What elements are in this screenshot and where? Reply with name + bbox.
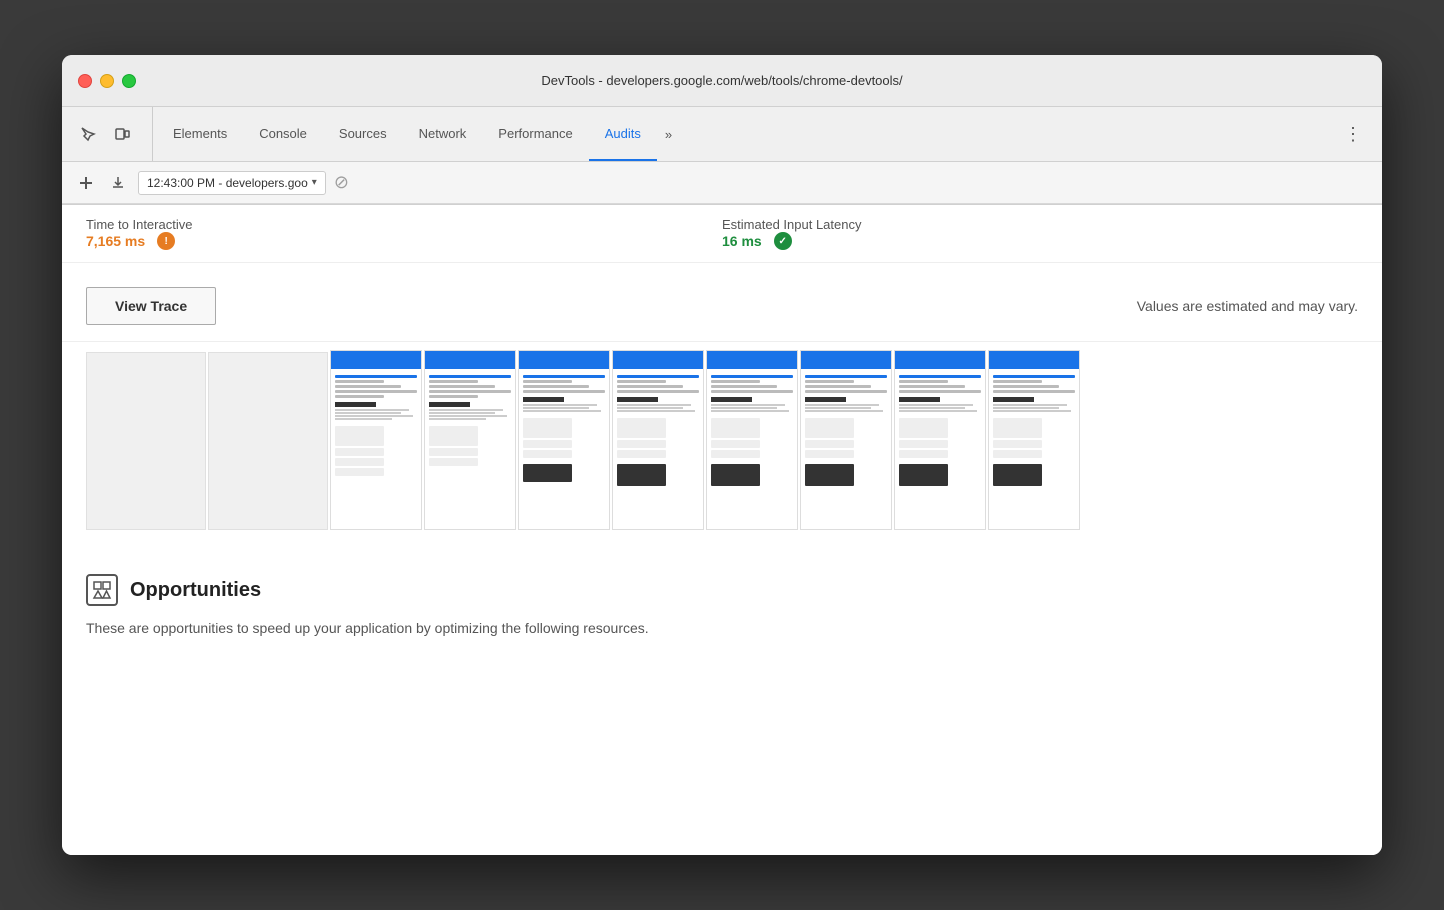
tti-badge: ! <box>157 232 175 250</box>
frame-thumbnail-2 <box>425 351 515 529</box>
frame-thumbnail-1 <box>331 351 421 529</box>
tabs-row: Elements Console Sources Network Perform… <box>62 107 1382 162</box>
time-to-interactive-metric: Time to Interactive 7,165 ms ! <box>86 217 722 250</box>
title-bar: DevTools - developers.google.com/web/too… <box>62 55 1382 107</box>
eil-badge: ✓ <box>774 232 792 250</box>
maximize-button[interactable] <box>122 74 136 88</box>
frame-thumbnail-8 <box>989 351 1079 529</box>
devtools-header: Elements Console Sources Network Perform… <box>62 107 1382 205</box>
filmstrip-frame-1 <box>330 350 422 530</box>
tab-icon-group <box>74 107 153 161</box>
tab-network[interactable]: Network <box>403 107 483 161</box>
window-title: DevTools - developers.google.com/web/too… <box>541 73 902 88</box>
frame-thumbnail-5 <box>707 351 797 529</box>
tab-menu-dots[interactable]: ⋮ <box>1336 107 1370 161</box>
eil-label: Estimated Input Latency <box>722 217 1358 232</box>
opportunities-section: Opportunities These are opportunities to… <box>62 554 1382 659</box>
filmstrip-frame-8 <box>988 350 1080 530</box>
eil-value: 16 ms <box>722 233 762 249</box>
tab-elements[interactable]: Elements <box>157 107 243 161</box>
opportunities-header: Opportunities <box>86 574 1358 606</box>
opportunities-title: Opportunities <box>130 579 261 602</box>
main-content: Time to Interactive 7,165 ms ! Estimated… <box>62 205 1382 855</box>
opportunities-icon <box>86 574 118 606</box>
metrics-bar: Time to Interactive 7,165 ms ! Estimated… <box>62 205 1382 263</box>
audit-selector-arrow: ▾ <box>312 177 317 188</box>
device-toggle-icon[interactable] <box>108 120 136 148</box>
frame-thumbnail-3 <box>519 351 609 529</box>
filmstrip-frame-3 <box>518 350 610 530</box>
filmstrip-empty-2 <box>208 352 328 530</box>
estimated-note: Values are estimated and may vary. <box>1137 298 1358 314</box>
block-icon: ⊘ <box>334 172 349 193</box>
frame-thumbnail-6 <box>801 351 891 529</box>
add-audit-button[interactable] <box>74 171 98 195</box>
tab-sources[interactable]: Sources <box>323 107 403 161</box>
tti-value: 7,165 ms <box>86 233 145 249</box>
tab-audits[interactable]: Audits <box>589 107 657 161</box>
tti-value-row: 7,165 ms ! <box>86 232 722 250</box>
tti-label: Time to Interactive <box>86 217 722 232</box>
frame-thumbnail-4 <box>613 351 703 529</box>
inspector-icon[interactable] <box>74 120 102 148</box>
audit-selector[interactable]: 12:43:00 PM - developers.goo ▾ <box>138 171 326 195</box>
minimize-button[interactable] <box>100 74 114 88</box>
filmstrip-frame-2 <box>424 350 516 530</box>
tab-console[interactable]: Console <box>243 107 323 161</box>
opportunities-description: These are opportunities to speed up your… <box>86 618 1358 639</box>
traffic-lights <box>78 74 136 88</box>
eil-value-row: 16 ms ✓ <box>722 232 1358 250</box>
close-button[interactable] <box>78 74 92 88</box>
filmstrip-section <box>62 342 1382 554</box>
trace-section: View Trace Values are estimated and may … <box>62 263 1382 342</box>
view-trace-button[interactable]: View Trace <box>86 287 216 325</box>
filmstrip-empty-1 <box>86 352 206 530</box>
tab-more[interactable]: » <box>657 107 680 161</box>
estimated-input-latency-metric: Estimated Input Latency 16 ms ✓ <box>722 217 1358 250</box>
filmstrip-frame-5 <box>706 350 798 530</box>
download-button[interactable] <box>106 171 130 195</box>
filmstrip-frame-7 <box>894 350 986 530</box>
filmstrip-frame-4 <box>612 350 704 530</box>
tab-performance[interactable]: Performance <box>482 107 588 161</box>
frame-thumbnail-7 <box>895 351 985 529</box>
filmstrip-frame-6 <box>800 350 892 530</box>
filmstrip <box>86 350 1358 530</box>
devtools-window: DevTools - developers.google.com/web/too… <box>62 55 1382 855</box>
toolbar-row: 12:43:00 PM - developers.goo ▾ ⊘ <box>62 162 1382 204</box>
